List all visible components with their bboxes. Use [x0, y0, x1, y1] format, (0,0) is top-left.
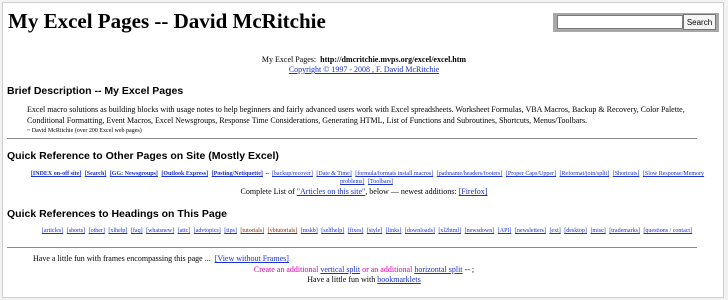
view-without-frames-link[interactable]: [View without Frames]	[215, 254, 289, 263]
bookmarklets-line: Have a little fun with bookmarklets	[3, 275, 723, 284]
heading-link[interactable]: [faq]	[131, 228, 143, 234]
url-label: My Excel Pages:	[261, 55, 317, 64]
newest-text: , below — newest additions:	[365, 187, 457, 196]
heading-link[interactable]: [desktop]	[564, 228, 587, 234]
site-url: http://dmcritchie.mvps.org/excel/excel.h…	[320, 55, 467, 64]
divider	[7, 247, 697, 248]
link-formula-formats[interactable]: [formula/formats install macros]	[355, 171, 433, 177]
heading-link[interactable]: [newsletters]	[515, 228, 546, 234]
heading-link[interactable]: [tips]	[224, 228, 237, 234]
heading-link[interactable]: [misc]	[590, 228, 605, 234]
headings-links: [articles] [shorts] [other] [xlhelp] [fa…	[17, 227, 717, 235]
complete-list-line: Complete List of "Articles on this site"…	[3, 187, 723, 196]
heading-link[interactable]: [whatsnew]	[146, 228, 174, 234]
heading-link[interactable]: [other]	[89, 228, 105, 234]
quickref-heading: Quick Reference to Other Pages on Site (…	[7, 150, 279, 162]
url-line: My Excel Pages: http://dmcritchie.mvps.o…	[3, 55, 723, 64]
frames-line: Have a little fun with frames encompassi…	[33, 254, 289, 263]
link-index[interactable]: [INDEX on-off site]	[31, 171, 81, 177]
heading-link[interactable]: [API]	[498, 228, 512, 234]
heading-link[interactable]: [advtopics]	[194, 228, 221, 234]
or-text: or an additional	[362, 265, 413, 274]
frames-text: Have a little fun with frames encompassi…	[33, 254, 211, 263]
headings-heading: Quick References to Headings on This Pag…	[7, 208, 227, 220]
heading-link[interactable]: [articles]	[42, 228, 63, 234]
heading-link[interactable]: [downloads]	[405, 228, 435, 234]
link-posting[interactable]: [Posting/Netiquette]	[212, 171, 263, 177]
link-pathname[interactable]: [pathname/headers/footers]	[437, 171, 503, 177]
articles-link[interactable]: "Articles on this site"	[297, 187, 366, 196]
heading-link[interactable]: [shorts]	[67, 228, 85, 234]
brief-description: Excel macro solutions as building blocks…	[27, 105, 685, 125]
heading-link[interactable]: [questions / contact]	[643, 228, 692, 234]
link-toolbars[interactable]: [Toolbars]	[368, 179, 393, 185]
link-backup[interactable]: [backup/recover]	[272, 171, 313, 177]
link-newsgroups[interactable]: [GG: Newsgroups]	[110, 171, 158, 177]
quickref-links: [INDEX on-off site] [Search] [GG: Newsgr…	[30, 171, 705, 185]
search-button[interactable]: Search	[683, 14, 716, 30]
heading-link[interactable]: [links]	[386, 228, 402, 234]
search-input[interactable]	[557, 15, 683, 29]
heading-link[interactable]: [ext]	[549, 228, 560, 234]
page: My Excel Pages -- David McRitchie Search…	[2, 2, 724, 298]
heading-link[interactable]: [tutorials]	[240, 228, 264, 234]
link-reformat[interactable]: [Reformat/join/split]	[560, 171, 610, 177]
link-proper-caps[interactable]: [Proper Caps/Upper]	[506, 171, 556, 177]
heading-link[interactable]: [fixes]	[348, 228, 364, 234]
copyright-link[interactable]: Copyright © 1997 - 2008 , F. David McRit…	[289, 65, 439, 74]
heading-link[interactable]: [xl2html]	[438, 228, 461, 234]
complete-text: Complete List of	[240, 187, 295, 196]
heading-link[interactable]: [xlhelp]	[108, 228, 127, 234]
link-search[interactable]: [Search]	[85, 171, 107, 177]
vertical-split-link[interactable]: vertical split	[320, 265, 360, 274]
fun-text: Have a little fun with	[307, 275, 376, 284]
horizontal-split-link[interactable]: horizontal split	[414, 265, 462, 274]
byline: ~ David McRitchie (over 200 Excel web pa…	[27, 128, 142, 134]
end-text: -- ;	[464, 265, 475, 274]
bookmarklets-link[interactable]: bookmarklets	[377, 275, 421, 284]
brief-heading: Brief Description -- My Excel Pages	[7, 85, 184, 97]
firefox-link[interactable]: [Firefox]	[459, 187, 488, 196]
split-line: Create an additional vertical split or a…	[3, 265, 723, 274]
heading-link[interactable]: [vbtutorials]	[268, 228, 298, 234]
page-title: My Excel Pages -- David McRitchie	[8, 9, 326, 33]
link-outlook-express[interactable]: [Outlook Express]	[161, 171, 208, 177]
create-text: Create an additional	[253, 265, 319, 274]
heading-link[interactable]: [attc]	[178, 228, 191, 234]
link-date-time[interactable]: [Date & Time]	[316, 171, 351, 177]
heading-link[interactable]: [selfhelp]	[321, 228, 344, 234]
heading-link[interactable]: [style]	[367, 228, 382, 234]
heading-link[interactable]: [newsdown]	[465, 228, 495, 234]
link-shortcuts[interactable]: [Shortcuts]	[613, 171, 640, 177]
heading-link[interactable]: [mskb]	[301, 228, 318, 234]
search-bar: Search	[553, 13, 719, 32]
divider	[7, 138, 697, 139]
copyright-line: Copyright © 1997 - 2008 , F. David McRit…	[3, 65, 723, 74]
heading-link[interactable]: [trademarks]	[609, 228, 640, 234]
